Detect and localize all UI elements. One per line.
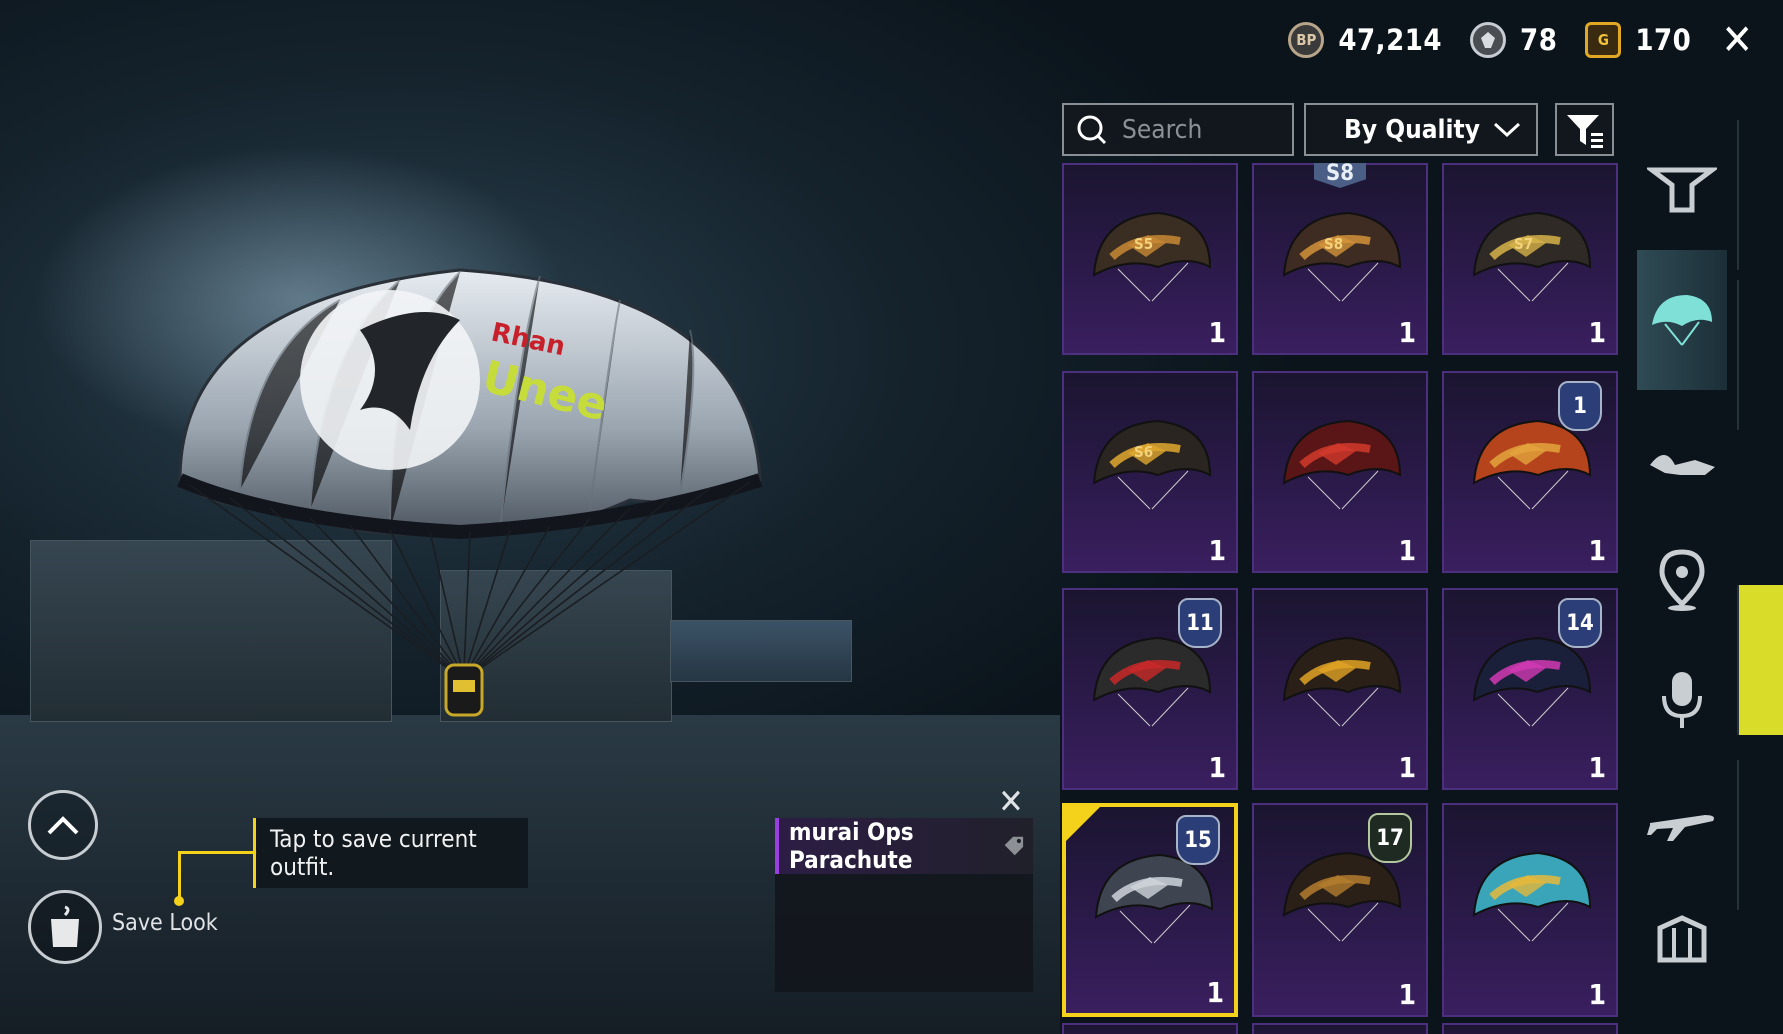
inventory-item[interactable]: 11 [1442, 371, 1618, 573]
popup-close-icon[interactable]: ✕ [992, 782, 1030, 822]
inventory-item[interactable]: 15 1 [1062, 803, 1238, 1017]
inventory-item[interactable]: S5 1 [1062, 163, 1238, 355]
item-count: 1 [1588, 751, 1606, 784]
inventory-item[interactable]: 1 [1442, 803, 1618, 1017]
close-icon[interactable]: ✕ [1721, 19, 1753, 61]
search-input-container[interactable] [1062, 103, 1294, 156]
inventory-item[interactable]: S7 1 [1442, 163, 1618, 355]
sort-selected-label: By Quality [1344, 114, 1480, 145]
silver-balance: 78 [1520, 23, 1558, 57]
item-count: 1 [1208, 534, 1226, 567]
currency-bar: BP 47,214 78 G 170 ✕ [1288, 18, 1753, 62]
item-count: 1 [1208, 751, 1226, 784]
save-look-label[interactable]: Save Look [112, 910, 218, 936]
emote-icon [1647, 167, 1717, 213]
silver-fragment-icon [1470, 22, 1507, 58]
inventory-item[interactable]: 11 1 [1062, 588, 1238, 790]
microphone-icon [1662, 672, 1702, 728]
tooltip-connector [178, 851, 257, 904]
parachute-thumbnail [1282, 636, 1402, 727]
tag-icon[interactable] [1003, 833, 1025, 859]
inventory-item[interactable]: 1 [1252, 371, 1428, 573]
search-icon [1077, 115, 1107, 144]
subtab-vehicle[interactable] [1737, 280, 1783, 430]
parachute-preview: Rhan Unee [177, 268, 763, 717]
parachute-thumbnail [1092, 211, 1212, 302]
item-title-row: murai Ops Parachute [775, 818, 1033, 874]
airplane-icon [1647, 815, 1714, 841]
season-emblem: S5 [1134, 235, 1154, 253]
g-coin-icon: G [1585, 22, 1622, 58]
category-tabs [1637, 120, 1783, 1034]
item-count: 1 [1398, 751, 1416, 784]
season-badge: 11 [1178, 598, 1222, 648]
save-outfit-tooltip: Tap to save current outfit. [253, 818, 528, 888]
subtab-item[interactable] [1737, 760, 1783, 910]
pose-icon [1650, 455, 1715, 475]
location-pin-icon [1659, 549, 1705, 611]
season-emblem: S6 [1134, 443, 1154, 461]
subtab-active[interactable] [1737, 585, 1783, 735]
parachute-icon [1652, 295, 1712, 346]
item-count: 1 [1588, 978, 1606, 1011]
hanger-bag-icon [51, 905, 79, 947]
inventory-item[interactable]: 1 [1252, 588, 1428, 790]
tab-parachute[interactable] [1637, 250, 1727, 390]
parachute-thumbnail [1472, 211, 1592, 302]
item-info-popup: murai Ops Parachute [775, 818, 1033, 992]
parachute-thumbnail [1282, 211, 1402, 302]
inventory-item-partial[interactable] [1062, 1023, 1238, 1034]
inventory-item[interactable]: 17 1 [1252, 803, 1428, 1017]
tab-crate[interactable] [1637, 880, 1727, 1000]
selected-check-icon [1066, 807, 1100, 841]
season-badge: 14 [1558, 598, 1602, 648]
collapse-button[interactable] [28, 790, 98, 860]
tab-emote[interactable] [1637, 130, 1727, 250]
inventory-item-partial[interactable] [1252, 1023, 1428, 1034]
tooltip-anchor-dot [174, 896, 184, 906]
item-count: 1 [1588, 316, 1606, 349]
item-count: 1 [1588, 534, 1606, 567]
parachute-thumbnail [1092, 419, 1212, 510]
chevron-down-icon [1493, 122, 1521, 137]
inventory-item-partial[interactable] [1442, 1023, 1618, 1034]
tooltip-text: Tap to save current outfit. [270, 825, 477, 881]
item-count: 1 [1206, 976, 1224, 1009]
season-badge: 1 [1558, 381, 1602, 431]
save-look-button[interactable] [28, 890, 102, 964]
season-emblem: S8 [1324, 235, 1344, 253]
item-count: 1 [1398, 316, 1416, 349]
bp-coin-icon: BP [1288, 22, 1325, 58]
search-input[interactable] [1120, 113, 1284, 146]
season-badge: 17 [1368, 813, 1412, 863]
season-emblem: S7 [1514, 235, 1534, 253]
season-tag: S8 [1313, 163, 1367, 188]
filter-icon [1566, 114, 1603, 148]
subtab-character[interactable] [1737, 120, 1783, 270]
filter-button[interactable] [1555, 103, 1614, 156]
item-count: 1 [1208, 316, 1226, 349]
tab-airplane[interactable] [1637, 760, 1727, 880]
inventory-item[interactable]: S8 S8 1 [1252, 163, 1428, 355]
inventory-item[interactable]: 14 1 [1442, 588, 1618, 790]
season-badge: 15 [1176, 815, 1220, 865]
tab-location[interactable] [1637, 520, 1727, 640]
tab-pose[interactable] [1637, 400, 1727, 520]
item-grid[interactable]: S5 1 S8 S8 1 S7 1 S6 1 1 1 1 11 1 1 14 1 15 1 17 1 1 [1062, 163, 1620, 1034]
parachute-thumbnail [1282, 419, 1402, 510]
chevron-up-icon [47, 816, 79, 835]
item-count: 1 [1398, 534, 1416, 567]
g-coin-balance: 170 [1635, 23, 1692, 57]
crate-icon [1657, 915, 1707, 963]
item-name: murai Ops Parachute [789, 818, 914, 874]
item-count: 1 [1398, 978, 1416, 1011]
bp-balance: 47,214 [1338, 23, 1443, 57]
sort-dropdown[interactable]: By Quality [1304, 103, 1538, 156]
parachute-thumbnail [1472, 851, 1592, 942]
tab-voice[interactable] [1637, 640, 1727, 760]
inventory-item[interactable]: S6 1 [1062, 371, 1238, 573]
